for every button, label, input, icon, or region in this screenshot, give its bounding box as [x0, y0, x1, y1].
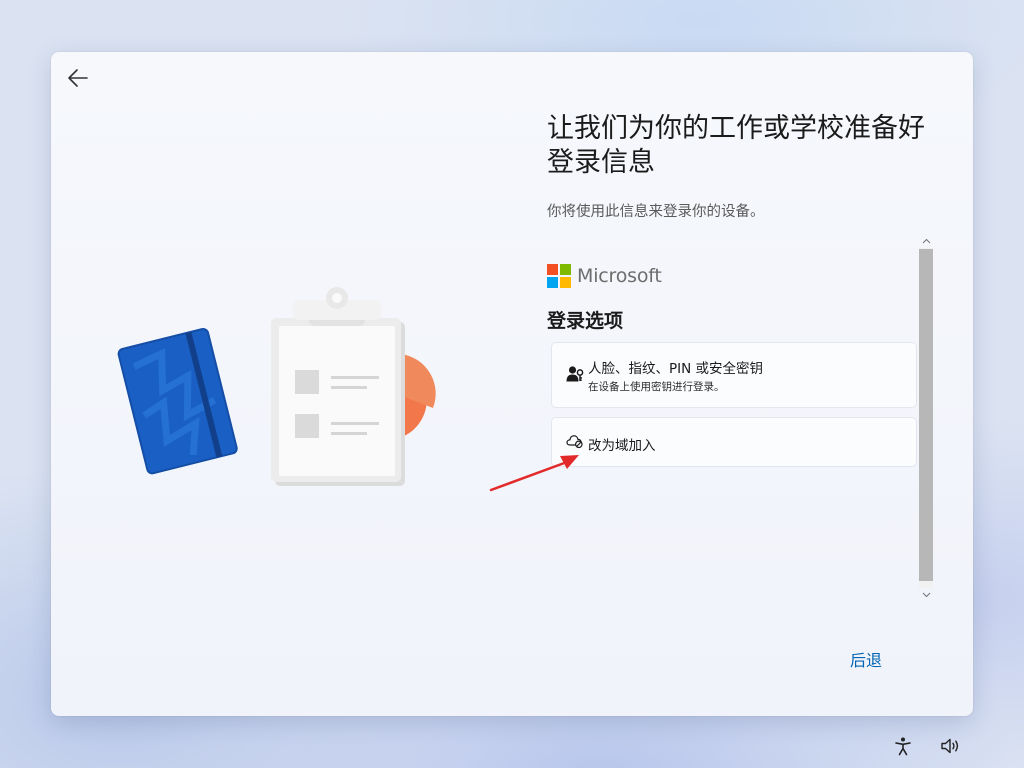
accessibility-icon [895, 737, 911, 756]
annotation-arrow-icon [489, 455, 579, 492]
option-domain-join[interactable]: 改为域加入 [551, 417, 917, 467]
clipboard-icon [271, 287, 405, 486]
page-title: 让我们为你的工作或学校准备好登录信息 [547, 113, 925, 178]
chevron-up-icon [922, 238, 930, 244]
back-link-button[interactable]: 后退 [850, 647, 882, 671]
microsoft-logo: Microsoft [547, 264, 662, 288]
scroll-up-button[interactable] [919, 234, 933, 248]
volume-icon [941, 738, 959, 754]
setup-window: 让我们为你的工作或学校准备好登录信息 你将使用此信息来登录你的设备。 Micro… [51, 52, 973, 716]
option-security-key-title: 人脸、指纹、PIN 或安全密钥 [588, 361, 764, 377]
arrow-left-icon [68, 69, 88, 87]
person-key-icon [566, 366, 584, 382]
microsoft-logo-icon [547, 264, 571, 288]
option-security-key-description: 在设备上使用密钥进行登录。 [588, 381, 725, 393]
illustration [117, 287, 436, 486]
scroll-down-button[interactable] [919, 588, 933, 602]
accessibility-button[interactable] [891, 734, 915, 758]
vertical-scrollbar[interactable] [919, 234, 933, 602]
blue-notebook-icon [117, 327, 238, 475]
chevron-down-icon [922, 592, 930, 598]
sign-in-options-heading: 登录选项 [547, 310, 624, 332]
microsoft-wordmark: Microsoft [577, 265, 662, 287]
option-domain-join-title: 改为域加入 [588, 438, 656, 454]
back-arrow-button[interactable] [63, 64, 93, 92]
page-subtitle: 你将使用此信息来登录你的设备。 [547, 204, 765, 220]
volume-button[interactable] [939, 734, 963, 758]
scrollbar-track [919, 248, 933, 588]
scrollbar-thumb[interactable] [919, 249, 933, 581]
sign-in-options-panel: Microsoft 登录选项 人脸、指纹、PIN 或安全密钥 在设备上使用密钥进… [547, 234, 917, 602]
option-security-key[interactable]: 人脸、指纹、PIN 或安全密钥 在设备上使用密钥进行登录。 [551, 342, 917, 408]
